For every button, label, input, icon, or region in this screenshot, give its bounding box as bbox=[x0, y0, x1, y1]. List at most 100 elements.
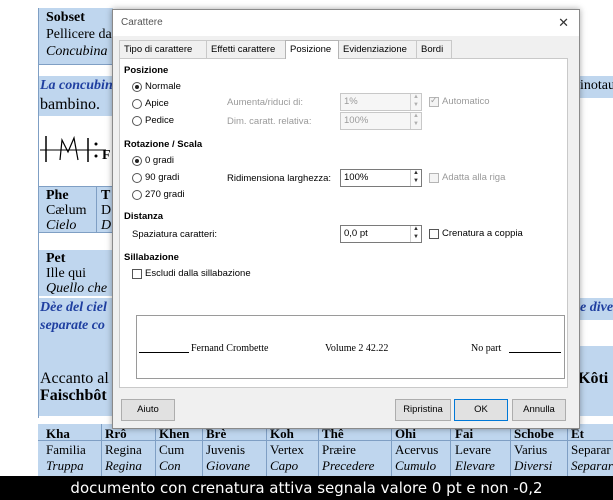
radio-0-degrees[interactable] bbox=[132, 156, 142, 166]
word-table-cell: Separar bbox=[571, 458, 613, 473]
doc-text: La concubin bbox=[40, 78, 113, 93]
doc-text: Dèe del ciel bbox=[40, 300, 107, 315]
radio-subscript-label: Pedice bbox=[145, 115, 175, 126]
raise-lower-spinbox[interactable]: 1% ▲ ▼ bbox=[340, 93, 422, 111]
doc-text: T bbox=[101, 188, 111, 203]
radio-superscript[interactable] bbox=[132, 99, 142, 109]
section-position-heading: Posizione bbox=[124, 65, 169, 76]
radio-270-degrees-label: 270 gradi bbox=[145, 189, 185, 200]
doc-text: Cælum bbox=[46, 203, 87, 218]
radio-normal[interactable] bbox=[132, 82, 142, 92]
doc-text: Cielo bbox=[46, 218, 77, 233]
word-table-cell: Con bbox=[159, 458, 181, 473]
doc-text: Pellicere da bbox=[46, 27, 112, 42]
doc-text: Kôti C bbox=[578, 370, 613, 387]
doc-border bbox=[202, 424, 203, 476]
word-table-cell: Regina bbox=[105, 458, 142, 473]
doc-border bbox=[391, 424, 392, 476]
word-table-cell: Giovane bbox=[206, 458, 251, 473]
tab-position[interactable]: Posizione bbox=[285, 40, 339, 59]
char-spacing-label: Spaziatura caratteri: bbox=[132, 229, 218, 240]
preview-box: Fernand Crombette Volume 2 42.22 No part bbox=[136, 315, 565, 379]
word-table-cell: Diversi bbox=[514, 458, 553, 473]
tab-borders[interactable]: Bordi bbox=[416, 40, 452, 58]
radio-subscript[interactable] bbox=[132, 116, 142, 126]
relative-size-label: Dim. caratt. relativa: bbox=[227, 116, 312, 127]
radio-90-degrees[interactable] bbox=[132, 173, 142, 183]
tab-font-effects[interactable]: Effetti carattere bbox=[206, 40, 287, 58]
character-dialog: Carattere ✕ Tipo di carattere Effetti ca… bbox=[112, 9, 580, 429]
doc-text: separate co bbox=[40, 318, 105, 333]
cancel-button[interactable]: Annulla bbox=[512, 399, 566, 421]
section-hyphenation-heading: Sillabazione bbox=[124, 252, 179, 263]
doc-text: Accanto al bbox=[40, 370, 109, 387]
doc-text: Faischbôt bbox=[40, 387, 107, 404]
exclude-hyphenation-label: Escludi dalla sillabazione bbox=[145, 268, 251, 279]
doc-border bbox=[96, 186, 97, 232]
char-spacing-spinbox[interactable]: 0,0 pt ▲ ▼ bbox=[340, 225, 422, 243]
pair-kerning-label: Crenatura a coppia bbox=[442, 228, 523, 239]
automatic-label: Automatico bbox=[442, 96, 490, 107]
scale-width-value: 100% bbox=[344, 172, 369, 183]
word-table-cell: Præire bbox=[322, 442, 356, 457]
doc-text: inotau bbox=[580, 78, 613, 93]
caption-bar: documento con crenatura attiva segnala v… bbox=[0, 476, 613, 500]
word-table-cell: Acervus bbox=[395, 442, 439, 457]
preview-text-nopart: No part bbox=[471, 343, 502, 354]
section-rotation-heading: Rotazione / Scala bbox=[124, 139, 203, 150]
word-table-cell: Varius bbox=[514, 442, 548, 457]
raise-lower-value: 1% bbox=[344, 96, 358, 107]
scale-width-label: Ridimensiona larghezza: bbox=[227, 173, 332, 184]
pair-kerning-checkbox[interactable] bbox=[429, 229, 439, 239]
radio-normal-label: Normale bbox=[145, 81, 181, 92]
word-table-cell: Capo bbox=[270, 458, 299, 473]
preview-rule-right bbox=[509, 352, 561, 353]
dialog-title: Carattere bbox=[121, 17, 163, 28]
preview-text-author: Fernand Crombette bbox=[191, 343, 269, 354]
doc-border bbox=[450, 424, 451, 476]
doc-border bbox=[318, 424, 319, 476]
help-button[interactable]: Aiuto bbox=[121, 399, 175, 421]
word-table-cell: Regina bbox=[105, 442, 142, 457]
char-spacing-value: 0,0 pt bbox=[344, 228, 368, 239]
close-icon[interactable]: ✕ bbox=[558, 15, 569, 31]
doc-border bbox=[266, 424, 267, 476]
doc-text: D bbox=[101, 203, 112, 218]
word-table-cell: Precedere bbox=[322, 458, 375, 473]
word-table-cell: Separar bbox=[571, 442, 611, 457]
music-notation-icon bbox=[40, 135, 106, 162]
word-table-cell: Elevare bbox=[455, 458, 495, 473]
doc-border bbox=[567, 424, 568, 476]
doc-text: Concubina bbox=[46, 44, 108, 59]
word-table-cell: Vertex bbox=[270, 442, 304, 457]
doc-text: D bbox=[101, 218, 112, 233]
ok-button[interactable]: OK bbox=[454, 399, 508, 421]
word-table-cell: Cum bbox=[159, 442, 185, 457]
doc-text: Ille qui bbox=[46, 266, 87, 281]
section-spacing-heading: Distanza bbox=[124, 211, 164, 222]
doc-border bbox=[155, 424, 156, 476]
doc-text: Pet bbox=[46, 251, 66, 266]
position-panel: Posizione Normale Apice Pedice Aumenta/r… bbox=[119, 58, 568, 388]
radio-90-degrees-label: 90 gradi bbox=[145, 172, 180, 183]
tab-font[interactable]: Tipo di carattere bbox=[119, 40, 208, 58]
word-table-cell: Truppa bbox=[46, 458, 84, 473]
doc-border bbox=[101, 424, 102, 476]
doc-border bbox=[38, 8, 39, 418]
radio-superscript-label: Apice bbox=[145, 98, 169, 109]
doc-text: e dive bbox=[580, 300, 613, 315]
doc-border bbox=[38, 186, 113, 187]
scale-width-spinbox[interactable]: 100% ▲ ▼ bbox=[340, 169, 422, 187]
fit-to-line-label: Adatta alla riga bbox=[442, 172, 506, 183]
doc-text: Sobset bbox=[46, 10, 85, 25]
automatic-checkbox[interactable] bbox=[429, 95, 439, 107]
relative-size-spinbox[interactable]: 100% ▲ ▼ bbox=[340, 112, 422, 130]
word-table-cell: Kha bbox=[46, 426, 70, 441]
tab-highlighting[interactable]: Evidenziazione bbox=[338, 40, 417, 58]
exclude-hyphenation-checkbox[interactable] bbox=[132, 269, 142, 279]
doc-text: Quello che bbox=[46, 281, 108, 296]
dialog-titlebar: Carattere ✕ bbox=[113, 10, 579, 36]
radio-270-degrees[interactable] bbox=[132, 190, 142, 200]
fit-to-line-checkbox[interactable] bbox=[429, 173, 439, 183]
reset-button[interactable]: Ripristina bbox=[395, 399, 451, 421]
